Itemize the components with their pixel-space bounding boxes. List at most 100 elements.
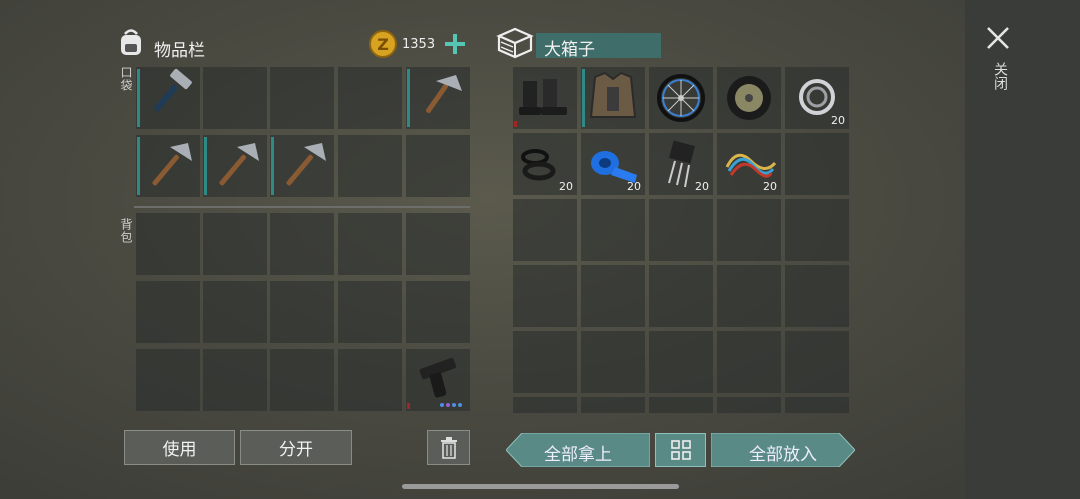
container-slot-17[interactable]: [581, 265, 645, 327]
pickaxe-icon: [152, 143, 192, 186]
condition-bar: [514, 121, 517, 127]
put-all-button[interactable]: 全部放入: [711, 433, 855, 467]
pickaxe-icon: [425, 75, 462, 114]
home-indicator[interactable]: [402, 484, 679, 489]
pistol-icon: [419, 357, 462, 407]
take-all-label: 全部拿上: [544, 445, 612, 465]
container-slot-20[interactable]: [785, 265, 849, 327]
pocket-slot-3[interactable]: [270, 67, 334, 129]
container-slot-12[interactable]: [581, 199, 645, 261]
backpack-slot-3[interactable]: [270, 213, 334, 275]
pocket-slot-10[interactable]: [406, 135, 470, 197]
container-title: 大箱子: [544, 40, 595, 60]
container-title-field: 大箱子: [536, 33, 661, 60]
grid-sort-icon: [670, 440, 691, 460]
container-slot-15[interactable]: [785, 199, 849, 261]
backpack-slot-11[interactable]: [136, 349, 200, 411]
sort-button[interactable]: [655, 433, 706, 467]
backpack-slot-6[interactable]: [136, 281, 200, 343]
trash-icon: [440, 436, 457, 459]
pocket-slot-8[interactable]: [270, 135, 334, 197]
container-slot-23[interactable]: [649, 331, 713, 393]
backpack-slot-8[interactable]: [270, 281, 334, 343]
container-slot-19[interactable]: [717, 265, 781, 327]
backpack-slot-5[interactable]: [406, 213, 470, 275]
container-slot-27[interactable]: [581, 397, 645, 413]
backpack-slot-10[interactable]: [406, 281, 470, 343]
backpack-slot-2[interactable]: [203, 213, 267, 275]
armor-vest-icon: [589, 71, 637, 118]
backpack-slot-7[interactable]: [203, 281, 267, 343]
inventory-title: 物品栏: [154, 41, 205, 61]
take-all-button[interactable]: 全部拿上: [506, 433, 650, 467]
side-panel: [965, 0, 1080, 499]
pocket-slot-2[interactable]: [203, 67, 267, 129]
backpack-icon: [116, 26, 146, 58]
backpack-slot-13[interactable]: [270, 349, 334, 411]
condition-bar: [582, 69, 585, 127]
container-slot-5[interactable]: 20: [785, 67, 849, 129]
container-slot-21[interactable]: [513, 331, 577, 393]
crate-icon: [496, 26, 534, 60]
container-slot-6[interactable]: 20: [513, 133, 577, 195]
pickaxe-icon: [219, 143, 259, 186]
backpack-slot-14[interactable]: [338, 349, 402, 411]
split-button[interactable]: 分开: [240, 430, 352, 465]
pocket-slot-7[interactable]: [203, 135, 267, 197]
backpack-label: 背包: [119, 218, 133, 244]
container-slot-11[interactable]: [513, 199, 577, 261]
pickaxe-icon: [286, 143, 326, 186]
svg-text:Z: Z: [377, 35, 389, 54]
hammer-icon: [154, 68, 192, 112]
coin-count: 1353: [402, 37, 436, 52]
container-slot-24[interactable]: [717, 331, 781, 393]
container-slot-16[interactable]: [513, 265, 577, 327]
container-slot-3[interactable]: [649, 67, 713, 129]
item-quantity: 20: [831, 114, 845, 127]
put-all-label: 全部放入: [749, 445, 817, 465]
container-slot-28[interactable]: [649, 397, 713, 413]
close-icon: [987, 27, 1009, 49]
container-slot-22[interactable]: [581, 331, 645, 393]
pocket-slot-6[interactable]: [136, 135, 200, 197]
container-slot-29[interactable]: [717, 397, 781, 413]
backpack-slot-1[interactable]: [136, 213, 200, 275]
item-quantity: 20: [559, 180, 573, 193]
coin-icon: Z: [369, 30, 397, 58]
pocket-slot-1[interactable]: [136, 67, 200, 129]
container-slot-4[interactable]: [717, 67, 781, 129]
bicycle-wheel-icon: [657, 74, 705, 122]
container-slot-2[interactable]: [581, 67, 645, 129]
plus-icon: [445, 34, 465, 54]
container-slot-30[interactable]: [785, 397, 849, 413]
container-slot-13[interactable]: [649, 199, 713, 261]
boots-icon: [519, 79, 567, 115]
close-label: 关闭: [992, 62, 1008, 90]
pocket-divider: [134, 206, 470, 208]
pocket-slot-5[interactable]: [406, 67, 470, 129]
container-slot-9[interactable]: 20: [717, 133, 781, 195]
pocket-label: 口袋: [119, 66, 133, 92]
tire-icon: [727, 76, 771, 120]
container-slot-10[interactable]: [785, 133, 849, 195]
backpack-slot-4[interactable]: [338, 213, 402, 275]
use-button[interactable]: 使用: [124, 430, 235, 465]
add-coins-button[interactable]: [442, 31, 468, 57]
container-slot-26[interactable]: [513, 397, 577, 413]
container-slot-7[interactable]: 20: [581, 133, 645, 195]
backpack-slot-15[interactable]: [406, 349, 470, 411]
container-slot-1[interactable]: [513, 67, 577, 129]
backpack-slot-9[interactable]: [338, 281, 402, 343]
pocket-slot-9[interactable]: [338, 135, 402, 197]
close-button[interactable]: 关闭: [984, 24, 1012, 104]
container-slot-8[interactable]: 20: [649, 133, 713, 195]
container-slot-14[interactable]: [717, 199, 781, 261]
item-quantity: 20: [763, 180, 777, 193]
item-quantity: 20: [695, 180, 709, 193]
container-slot-18[interactable]: [649, 265, 713, 327]
container-slot-25[interactable]: [785, 331, 849, 393]
pocket-slot-4[interactable]: [338, 67, 402, 129]
item-quantity: 20: [627, 180, 641, 193]
backpack-slot-12[interactable]: [203, 349, 267, 411]
trash-button[interactable]: [427, 430, 470, 465]
